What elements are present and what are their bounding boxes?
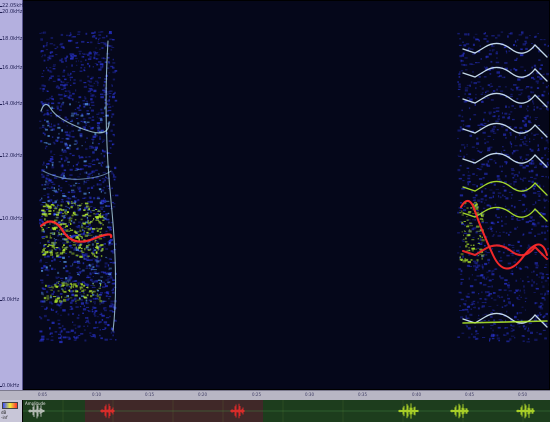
frequency-axis: 22.05kHz 20.0kHz 18.0kHz 16.0kHz 14.0kHz… [0, 0, 26, 392]
time-label: 0:15 [145, 392, 154, 397]
amplitude-scale: dB -inf [0, 400, 22, 422]
harmonics-layer [39, 40, 548, 332]
time-label: 0:20 [198, 392, 207, 397]
amplitude-track[interactable]: Amplitude [23, 400, 550, 422]
freq-tick: 20.0kHz [0, 9, 23, 15]
time-label: 0:05 [38, 392, 47, 397]
amplitude-range: dB -inf [1, 410, 8, 420]
freq-tick: 10.0kHz [0, 216, 23, 222]
freq-tick: 14.0kHz [0, 101, 23, 107]
time-label: 0:40 [412, 392, 421, 397]
freq-tick: 0.0kHz [0, 383, 20, 389]
range-bottom: -inf [1, 415, 8, 420]
freq-tick: 12.0kHz [0, 153, 23, 159]
freq-tick: 8.0kHz [0, 297, 20, 303]
time-label: 0:30 [305, 392, 314, 397]
freq-tick: 16.0kHz [0, 65, 23, 71]
time-label: 0:25 [252, 392, 261, 397]
spectrogram-canvas [39, 31, 549, 344]
color-scale-swatch [2, 402, 18, 409]
waveform [23, 400, 550, 422]
time-label: 0:50 [518, 392, 527, 397]
time-ruler[interactable]: 0:05 0:10 0:15 0:20 0:25 0:30 0:35 0:40 … [0, 390, 550, 400]
freq-tick: 18.0kHz [0, 36, 23, 42]
time-label: 0:35 [358, 392, 367, 397]
time-label: 0:45 [465, 392, 474, 397]
amplitude-title: Amplitude [25, 401, 46, 406]
time-label: 0:10 [92, 392, 101, 397]
spectrogram-view[interactable] [23, 1, 549, 389]
